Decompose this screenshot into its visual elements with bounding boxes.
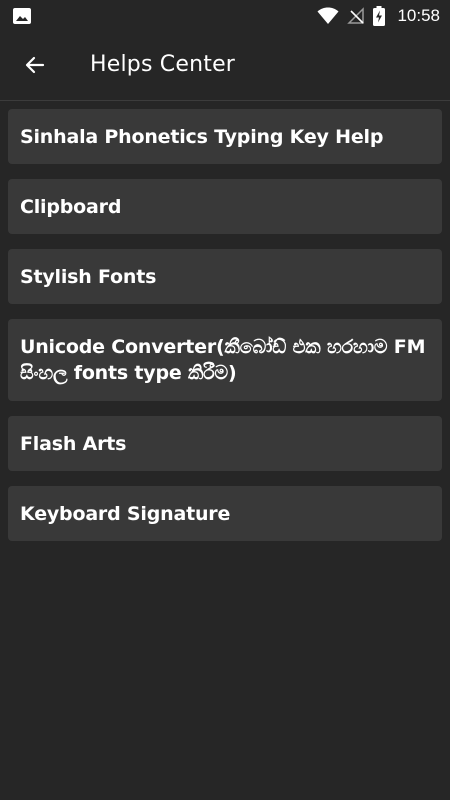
back-button[interactable] bbox=[14, 44, 56, 86]
menu-item-label: Sinhala Phonetics Typing Key Help bbox=[20, 125, 384, 148]
menu-item-flash-arts[interactable]: Flash Arts bbox=[8, 416, 442, 471]
menu-item-sinhala-phonetics-help[interactable]: Sinhala Phonetics Typing Key Help bbox=[8, 109, 442, 164]
menu-item-stylish-fonts[interactable]: Stylish Fonts bbox=[8, 249, 442, 304]
status-bar: 10:58 bbox=[0, 0, 450, 32]
wifi-icon bbox=[317, 7, 339, 24]
menu-item-unicode-converter[interactable]: Unicode Converter(කීබෝඩ් එක හරහාම FM සිං… bbox=[8, 319, 442, 401]
no-signal-icon bbox=[347, 7, 365, 24]
image-icon bbox=[13, 8, 31, 24]
menu-item-label: Flash Arts bbox=[20, 432, 127, 455]
menu-item-label: Keyboard Signature bbox=[20, 502, 231, 525]
page-title: Helps Center bbox=[90, 52, 236, 77]
menu-item-label: Stylish Fonts bbox=[20, 265, 157, 288]
help-menu-list: Sinhala Phonetics Typing Key Help Clipbo… bbox=[8, 109, 442, 556]
app-bar: Helps Center bbox=[0, 32, 450, 100]
battery-charging-icon bbox=[373, 6, 386, 26]
menu-item-clipboard[interactable]: Clipboard bbox=[8, 179, 442, 234]
menu-item-keyboard-signature[interactable]: Keyboard Signature bbox=[8, 486, 442, 541]
app-bar-divider bbox=[0, 100, 450, 101]
menu-item-label: Unicode Converter(කීබෝඩ් එක හරහාම FM සිං… bbox=[20, 336, 426, 384]
status-time: 10:58 bbox=[397, 6, 440, 25]
menu-item-label: Clipboard bbox=[20, 195, 122, 218]
arrow-left-icon bbox=[25, 56, 45, 74]
status-icons: 10:58 bbox=[317, 0, 440, 32]
